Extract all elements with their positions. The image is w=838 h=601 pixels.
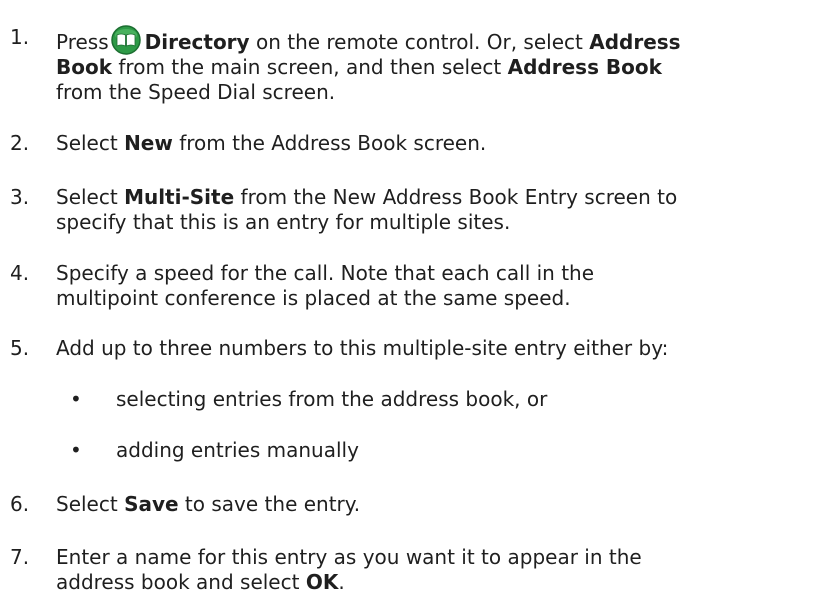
bullet-icon: • [70, 387, 82, 411]
step-number: 5. [10, 336, 30, 360]
step-number: 4. [10, 261, 30, 285]
step-text: Specify a speed for the call. Note that … [56, 261, 595, 310]
step-text: Select Multi-Site from the New Address B… [56, 185, 678, 234]
document-page: 1. Press Directory on the remote control.… [0, 0, 838, 601]
step-number: 6. [10, 492, 30, 516]
step-1: 1. Press Directory on the remote control.… [0, 25, 838, 110]
bullet-text: adding entries manually [116, 438, 359, 462]
step-text: Select New from the Address Book screen. [56, 131, 487, 155]
bullet-icon: • [70, 438, 82, 462]
step-3: 3. Select Multi-Site from the New Addres… [0, 185, 838, 235]
step-text: Press Directory on the remote control. Or… [56, 25, 836, 105]
step-4: 4. Specify a speed for the call. Note th… [0, 261, 838, 311]
step-number: 7. [10, 545, 30, 569]
step-number: 1. [10, 25, 30, 49]
step-7: 7. Enter a name for this entry as you wa… [0, 545, 838, 595]
list-item: • selecting entries from the address boo… [0, 387, 838, 412]
step-5: 5. Add up to three numbers to this multi… [0, 336, 838, 361]
step-text: Add up to three numbers to this multiple… [56, 336, 669, 360]
directory-book-icon [110, 25, 141, 55]
step-number: 3. [10, 185, 30, 209]
step-2: 2. Select New from the Address Book scre… [0, 131, 838, 156]
step-number: 2. [10, 131, 30, 155]
step-6: 6. Select Save to save the entry. [0, 492, 838, 517]
step-text: Select Save to save the entry. [56, 492, 361, 516]
step-text: Enter a name for this entry as you want … [56, 545, 642, 594]
bullet-text: selecting entries from the address book,… [116, 387, 548, 411]
list-item: • adding entries manually [0, 438, 838, 463]
